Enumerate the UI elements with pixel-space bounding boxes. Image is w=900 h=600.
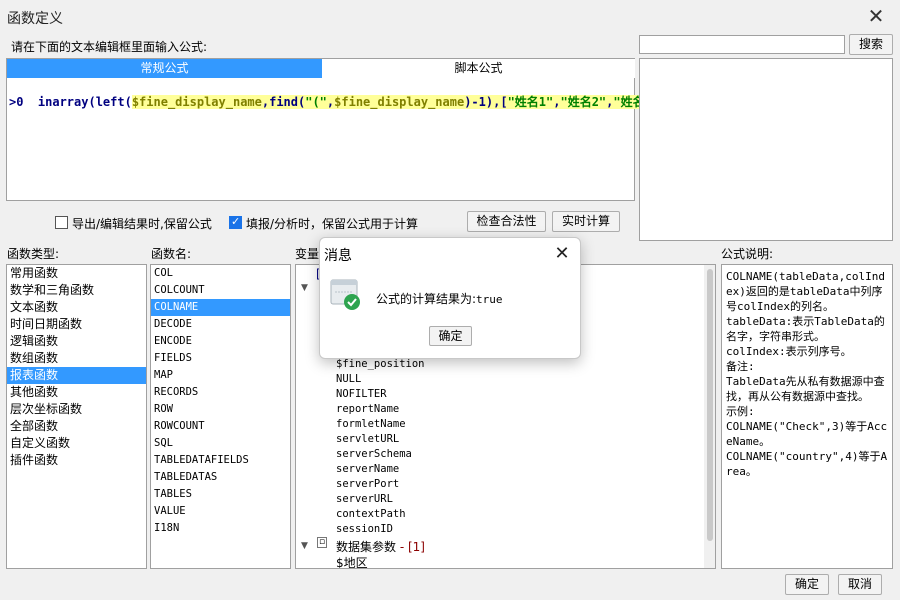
code-token: $fine_display_name <box>334 95 465 109</box>
func-type-item[interactable]: 其他函数 <box>7 384 146 401</box>
func-type-item[interactable]: 报表函数 <box>7 367 146 384</box>
fill-keep-label: 填报/分析时，保留公式用于计算 <box>246 217 419 231</box>
variable-item[interactable]: servletURL <box>336 432 399 447</box>
tree-scrollbar[interactable] <box>704 265 715 568</box>
func-type-item[interactable]: 文本函数 <box>7 299 146 316</box>
dialog-close-icon[interactable]: ✕ <box>548 240 576 268</box>
dataset-label: 数据集参数 <box>336 540 397 554</box>
variable-item[interactable]: serverName <box>336 462 399 477</box>
dialog-ok-button[interactable]: 确定 <box>429 326 472 346</box>
code-token: "(" <box>305 95 327 109</box>
func-type-item[interactable]: 层次坐标函数 <box>7 401 146 418</box>
variable-item[interactable]: serverPort <box>336 477 399 492</box>
func-type-item[interactable]: 常用函数 <box>7 265 146 282</box>
func-name-item[interactable]: DECODE <box>151 316 290 333</box>
success-icon <box>330 279 360 310</box>
formula-editor[interactable]: 常规公式 脚本公式 inarray(left($fine_display_nam… <box>6 58 675 201</box>
dataset-count: - [1] <box>399 540 425 554</box>
dialog-title: 消息 <box>324 248 352 264</box>
func-name-item[interactable]: COLNAME <box>151 299 290 316</box>
export-keep-checkbox[interactable] <box>55 216 68 229</box>
func-name-item[interactable]: FIELDS <box>151 350 290 367</box>
func-name-item[interactable]: I18N <box>151 520 290 537</box>
func-name-item[interactable]: TABLEDATAS <box>151 469 290 486</box>
func-type-item[interactable]: 插件函数 <box>7 452 146 469</box>
tree-expand-icon[interactable]: ▼ <box>301 283 308 293</box>
search-result-panel <box>639 58 893 241</box>
ok-button[interactable]: 确定 <box>785 574 829 595</box>
func-name-item[interactable]: COL <box>151 265 290 282</box>
func-type-item[interactable]: 数组函数 <box>7 350 146 367</box>
dataset-icon: ▫ <box>317 537 327 548</box>
formula-line-2: >0 <box>9 95 24 109</box>
func-name-item[interactable]: MAP <box>151 367 290 384</box>
func-name-item[interactable]: TABLEDATAFIELDS <box>151 452 290 469</box>
func-type-item[interactable]: 逻辑函数 <box>7 333 146 350</box>
func-name-list[interactable]: COL COLCOUNT COLNAME DECODE ENCODE FIELDS MAP R… <box>150 264 291 569</box>
fill-keep-checkbox[interactable] <box>229 215 242 229</box>
code-token: "姓名2" <box>560 95 607 109</box>
dialog-message-text: 公式的计算结果为: <box>376 292 477 306</box>
func-name-item[interactable]: ENCODE <box>151 333 290 350</box>
dataset-child[interactable]: $地区 <box>336 554 368 568</box>
code-token: inarray( <box>37 95 96 109</box>
window-title: 函数定义 <box>7 11 63 27</box>
variable-item[interactable]: $fine_position <box>336 357 425 372</box>
variable-item[interactable]: reportName <box>336 402 399 417</box>
code-token: $fine_display_name <box>131 95 262 109</box>
code-token: left( <box>95 95 132 109</box>
check-validity-button[interactable]: 检查合法性 <box>467 211 546 232</box>
message-dialog: 消息 ✕ 公式的计算结果为:true 确定 <box>319 237 581 359</box>
variable-item[interactable]: formletName <box>336 417 406 432</box>
formula-line-1: inarray(left($fine_display_name,find("("… <box>9 79 675 124</box>
func-type-item[interactable]: 自定义函数 <box>7 435 146 452</box>
dialog-result: true <box>476 293 503 306</box>
description-heading: 公式说明: <box>721 247 774 261</box>
func-name-item[interactable]: COLCOUNT <box>151 282 290 299</box>
close-icon[interactable]: ✕ <box>864 4 888 28</box>
cancel-button[interactable]: 取消 <box>838 574 882 595</box>
func-name-item[interactable]: ROWCOUNT <box>151 418 290 435</box>
dialog-message: 公式的计算结果为:true <box>376 290 503 307</box>
func-type-list[interactable]: 常用函数 数学和三角函数 文本函数 时间日期函数 逻辑函数 数组函数 报表函数 其他函数 层次坐… <box>6 264 147 569</box>
code-token: "姓名1" <box>507 95 554 109</box>
variable-item[interactable]: NOFILTER <box>336 387 387 402</box>
tree-expand-icon[interactable]: ▼ <box>301 541 308 551</box>
tab-regular-formula[interactable]: 常规公式 <box>7 59 322 78</box>
code-token: find( <box>269 95 306 109</box>
func-name-item[interactable]: TABLES <box>151 486 290 503</box>
export-keep-label: 导出/编辑结果时,保留公式 <box>72 217 212 231</box>
variable-item[interactable]: NULL <box>336 372 361 387</box>
func-name-item[interactable]: VALUE <box>151 503 290 520</box>
title-bar <box>0 0 900 32</box>
func-type-item[interactable]: 数学和三角函数 <box>7 282 146 299</box>
dataset-node[interactable]: 数据集参数 - [1] <box>336 538 425 555</box>
tree-scroll-thumb[interactable] <box>707 269 713 541</box>
func-name-item[interactable]: ROW <box>151 401 290 418</box>
formula-description: COLNAME(tableData,colIndex)返回的是tableData… <box>721 264 893 569</box>
variable-item[interactable]: serverURL <box>336 492 393 507</box>
func-name-item[interactable]: SQL <box>151 435 290 452</box>
code-token: )-1),[ <box>464 95 508 109</box>
variable-item[interactable]: contextPath <box>336 507 406 522</box>
func-type-heading: 函数类型: <box>7 247 60 261</box>
variable-item[interactable]: serverSchema <box>336 447 412 462</box>
func-type-item[interactable]: 全部函数 <box>7 418 146 435</box>
variables-heading: 变量 <box>295 247 320 261</box>
func-name-item[interactable]: RECORDS <box>151 384 290 401</box>
search-button[interactable]: 搜索 <box>849 34 893 55</box>
func-name-heading: 函数名: <box>151 247 192 261</box>
search-input[interactable] <box>639 35 845 54</box>
tab-script-formula[interactable]: 脚本公式 <box>322 59 635 78</box>
variable-item[interactable]: sessionID <box>336 522 393 537</box>
realtime-calc-button[interactable]: 实时计算 <box>552 211 620 232</box>
editor-prompt: 请在下面的文本编辑框里面输入公式: <box>11 40 208 54</box>
func-type-item[interactable]: 时间日期函数 <box>7 316 146 333</box>
